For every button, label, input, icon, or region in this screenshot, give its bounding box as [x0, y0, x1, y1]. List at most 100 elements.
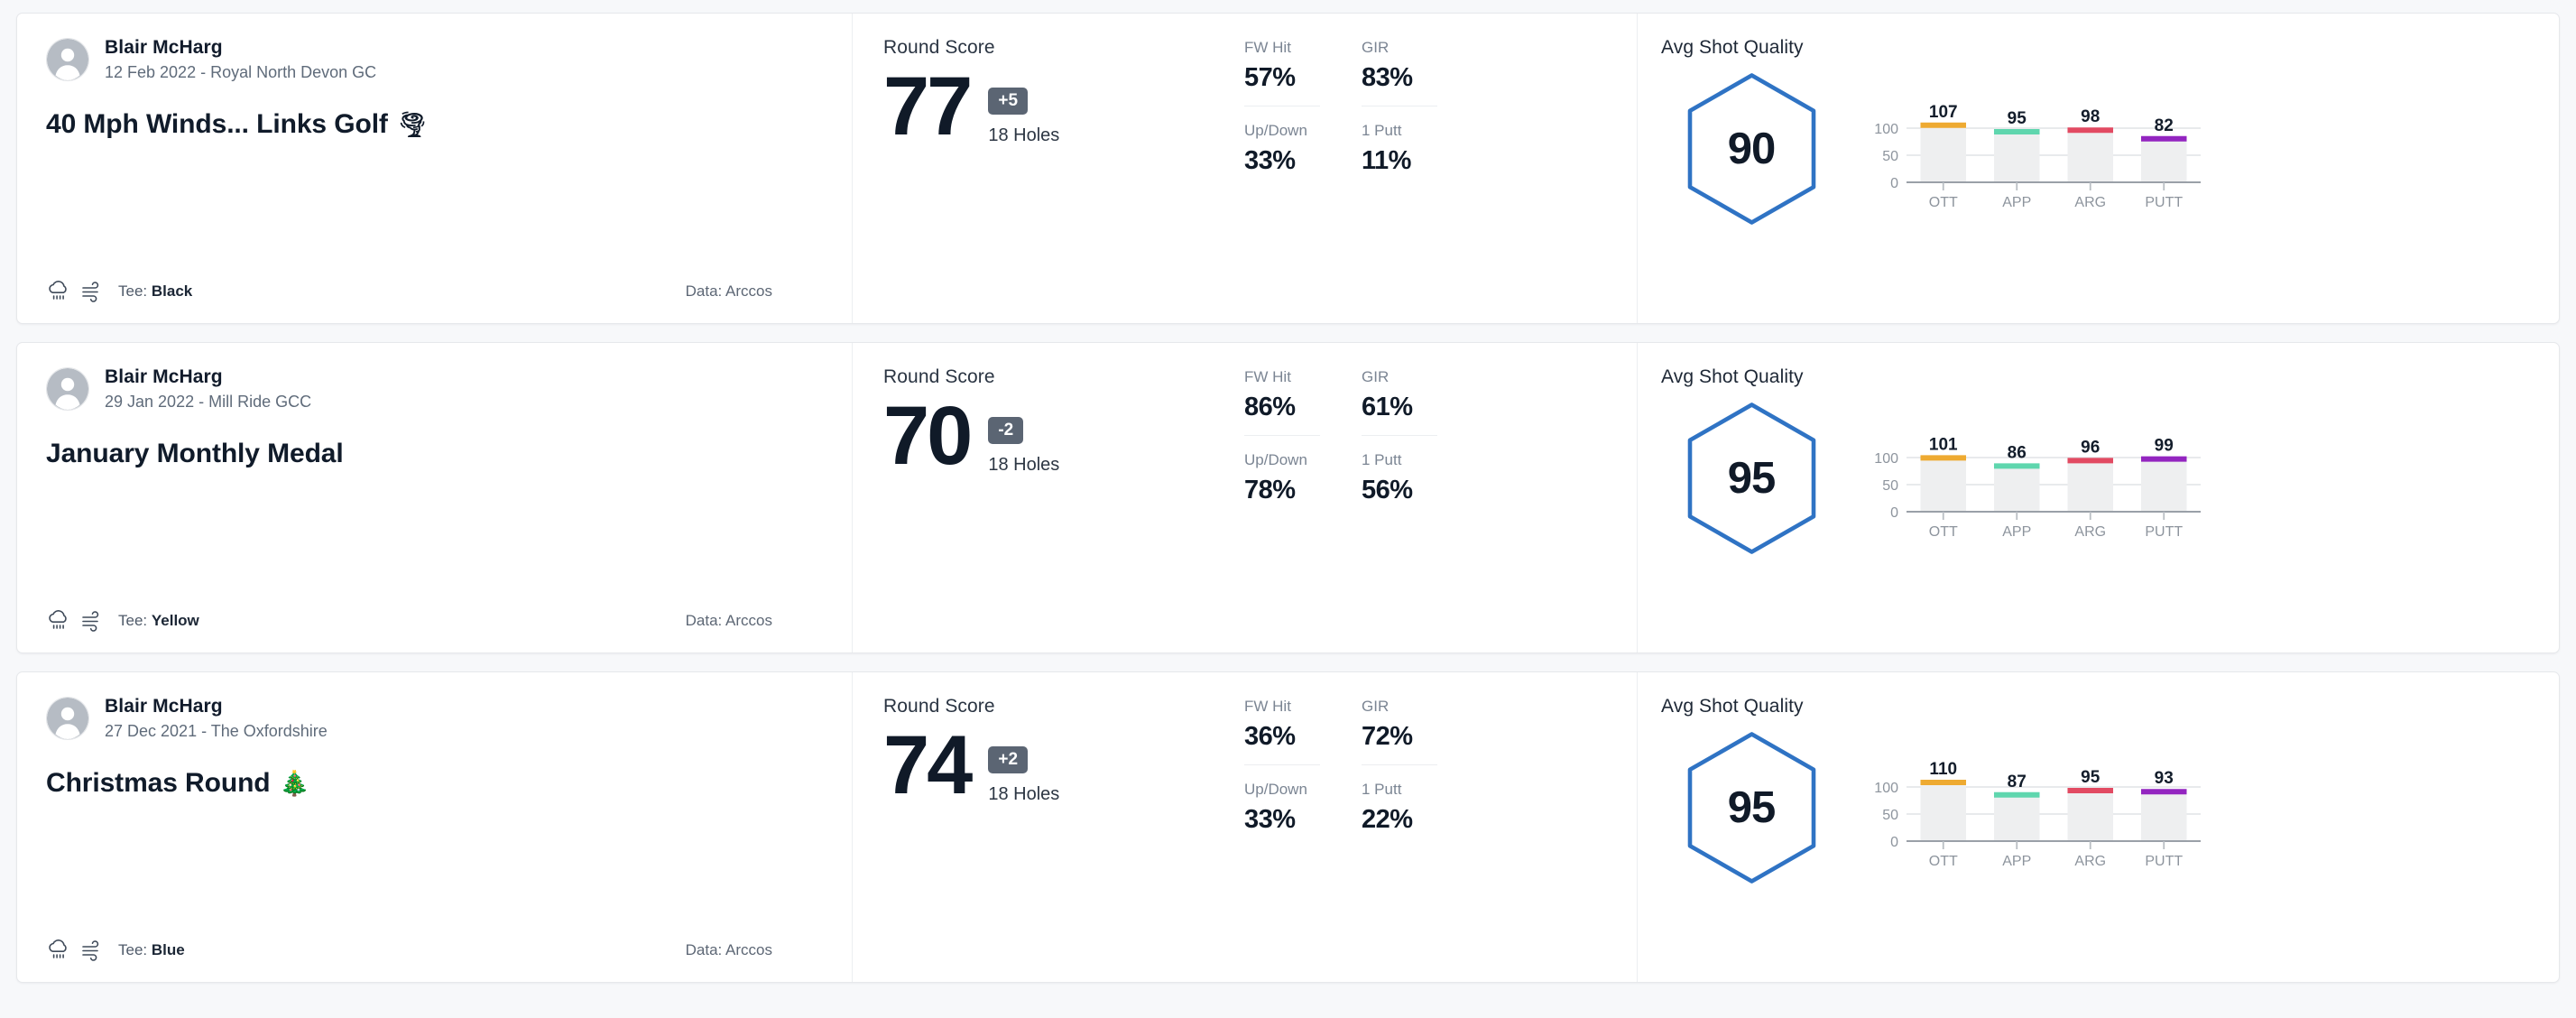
- round-title[interactable]: Christmas Round 🎄: [46, 768, 823, 799]
- hexagon-icon: 95: [1682, 730, 1822, 885]
- round-title-emoji: 🎄: [279, 769, 310, 797]
- avg-shot-quality-label: Avg Shot Quality: [1661, 366, 1804, 387]
- svg-text:ARG: ARG: [2074, 195, 2106, 210]
- rain-cloud-icon: [46, 280, 70, 303]
- tee-prefix: Tee:: [118, 941, 152, 958]
- svg-text:0: 0: [1890, 176, 1898, 191]
- avatar[interactable]: [46, 367, 89, 411]
- round-title[interactable]: 40 Mph Winds... Links Golf 🌪: [46, 109, 823, 140]
- round-score-value: 70: [883, 390, 973, 482]
- stat-label: Up/Down: [1244, 451, 1307, 468]
- score-block: Round Score 77 +5 18 Holes: [883, 37, 1235, 148]
- shot-quality-panel: Avg Shot Quality 95 110 87 95 93 100 50 0 OTT AP…: [1637, 672, 2559, 982]
- svg-text:101: 101: [1929, 435, 1958, 454]
- svg-text:82: 82: [2155, 116, 2174, 135]
- wind-icon: [80, 939, 105, 962]
- svg-text:100: 100: [1874, 781, 1898, 796]
- stat-value: 83%: [1362, 63, 1413, 92]
- stats-grid: FW Hit 86% GIR 61% Up/Down 78% 1 Putt 56…: [1244, 366, 1437, 505]
- round-date-course: 12 Feb 2022 - Royal North Devon GC: [105, 63, 377, 81]
- shot-quality-chart: 110 87 95 93 100 50 0 OTT APP ARG PUTT: [1872, 723, 2532, 872]
- stat-label: GIR: [1362, 39, 1390, 56]
- round-card[interactable]: Blair McHarg 12 Feb 2022 - Royal North D…: [16, 13, 2560, 324]
- hexagon-icon: 95: [1682, 401, 1822, 556]
- stat-label: Up/Down: [1244, 122, 1307, 139]
- svg-text:99: 99: [2155, 437, 2174, 456]
- svg-text:95: 95: [2008, 109, 2027, 128]
- stat-one-putt: 1 Putt 11%: [1362, 106, 1437, 176]
- tee-prefix: Tee:: [118, 612, 152, 629]
- svg-text:50: 50: [1882, 808, 1898, 823]
- round-score-label: Round Score: [883, 696, 995, 717]
- score-differential-badge: +5: [988, 88, 1029, 115]
- wind-icon: [80, 280, 105, 303]
- player-row: Blair McHarg 29 Jan 2022 - Mill Ride GCC: [46, 366, 823, 412]
- round-card[interactable]: Blair McHarg 27 Dec 2021 - The Oxfordshi…: [16, 671, 2560, 983]
- svg-text:110: 110: [1929, 760, 1957, 779]
- stat-label: FW Hit: [1244, 698, 1291, 715]
- svg-text:100: 100: [1874, 451, 1898, 467]
- stat-value: 78%: [1244, 476, 1296, 504]
- stat-value: 33%: [1244, 146, 1296, 175]
- stat-value: 56%: [1362, 476, 1413, 504]
- avg-shot-quality-label: Avg Shot Quality: [1661, 696, 1804, 717]
- score-side: -2 18 Holes: [988, 395, 1059, 476]
- svg-text:ARG: ARG: [2074, 854, 2106, 869]
- stat-one-putt: 1 Putt 56%: [1362, 436, 1437, 505]
- stat-value: 11%: [1362, 146, 1411, 175]
- svg-text:ARG: ARG: [2074, 524, 2106, 540]
- stat-value: 86%: [1244, 393, 1296, 421]
- hexagon-icon: 90: [1682, 71, 1822, 227]
- data-source-label: Data: Arccos: [685, 612, 772, 629]
- round-conditions: Tee: Blue: [46, 939, 185, 962]
- score-panel: Round Score 70 -2 18 Holes FW Hit 86% GI…: [852, 343, 1637, 652]
- round-footer: Tee: Blue Data: Arccos: [46, 939, 823, 962]
- svg-text:APP: APP: [2002, 195, 2031, 210]
- score-panel: Round Score 74 +2 18 Holes FW Hit 36% GI…: [852, 672, 1637, 982]
- svg-text:0: 0: [1890, 835, 1898, 850]
- avg-shot-quality-value: 95: [1727, 783, 1777, 832]
- score-differential-badge: -2: [988, 417, 1024, 444]
- svg-text:PUTT: PUTT: [2145, 854, 2183, 869]
- tee-label: Tee: Black: [118, 282, 192, 301]
- avg-shot-quality-body: 95 110 87 95 93 100 50 0 OTT APP ARG PUTT: [1661, 723, 2532, 885]
- stat-gir: GIR 83%: [1362, 39, 1437, 106]
- player-meta: Blair McHarg 29 Jan 2022 - Mill Ride GCC: [105, 366, 311, 412]
- stat-label: FW Hit: [1244, 368, 1291, 385]
- svg-text:APP: APP: [2002, 524, 2031, 540]
- svg-text:OTT: OTT: [1929, 524, 1958, 540]
- holes-played-label: 18 Holes: [988, 125, 1060, 145]
- stat-value: 22%: [1362, 805, 1413, 834]
- stat-label: 1 Putt: [1362, 122, 1402, 139]
- stat-label: FW Hit: [1244, 39, 1291, 56]
- avatar[interactable]: [46, 697, 89, 740]
- svg-text:95: 95: [2081, 768, 2101, 787]
- round-date-course: 27 Dec 2021 - The Oxfordshire: [105, 722, 328, 740]
- stat-label: 1 Putt: [1362, 451, 1402, 468]
- data-source-label: Data: Arccos: [685, 282, 772, 300]
- player-meta: Blair McHarg 12 Feb 2022 - Royal North D…: [105, 37, 376, 82]
- wind-icon: [80, 609, 105, 633]
- stat-value: 36%: [1244, 722, 1296, 751]
- player-name: Blair McHarg: [105, 37, 223, 58]
- stat-up-down: Up/Down 33%: [1244, 106, 1320, 176]
- svg-text:50: 50: [1882, 149, 1898, 164]
- score-panel: Round Score 77 +5 18 Holes FW Hit 57% GI…: [852, 14, 1637, 323]
- score-row: 70 -2 18 Holes: [883, 390, 1235, 482]
- avatar[interactable]: [46, 38, 89, 81]
- shot-quality-panel: Avg Shot Quality 95 101 86 96 99 100 50 0 OTT AP…: [1637, 343, 2559, 652]
- round-title[interactable]: January Monthly Medal: [46, 439, 823, 469]
- score-side: +2 18 Holes: [988, 725, 1059, 805]
- stat-up-down: Up/Down 78%: [1244, 436, 1320, 505]
- tee-value: Blue: [151, 941, 185, 958]
- avg-shot-quality-body: 95 101 86 96 99 100 50 0 OTT APP ARG PUTT: [1661, 393, 2532, 556]
- tee-value: Yellow: [151, 612, 199, 629]
- round-card[interactable]: Blair McHarg 29 Jan 2022 - Mill Ride GCC…: [16, 342, 2560, 653]
- round-conditions: Tee: Black: [46, 280, 192, 303]
- round-date-course: 29 Jan 2022 - Mill Ride GCC: [105, 393, 312, 411]
- avg-shot-quality-body: 90 107 95 98 82 100 50 0 OTT APP ARG PUTT: [1661, 64, 2532, 227]
- round-title-text: January Monthly Medal: [46, 439, 344, 468]
- tee-label: Tee: Blue: [118, 941, 185, 959]
- round-summary-panel: Blair McHarg 27 Dec 2021 - The Oxfordshi…: [17, 672, 852, 982]
- score-row: 74 +2 18 Holes: [883, 724, 1235, 807]
